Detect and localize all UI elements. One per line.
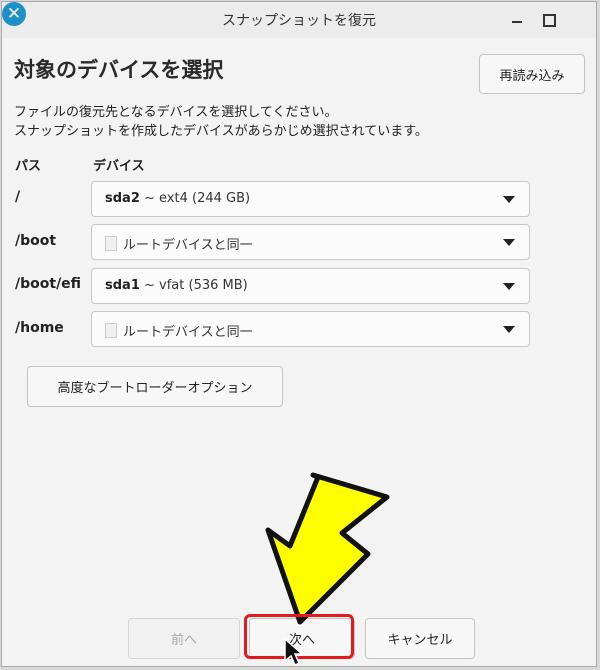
device-select-boot[interactable]: ルートデバイスと同一 — [91, 224, 530, 260]
chevron-down-icon — [503, 239, 515, 246]
device-detail: ~ ext4 (244 GB) — [139, 191, 251, 206]
device-select-home[interactable]: ルートデバイスと同一 — [91, 311, 530, 347]
title-bar: スナップショットを復元 ✕ — [2, 2, 596, 38]
device-column-header: デバイス — [93, 159, 145, 174]
device-detail: ルートデバイスと同一 — [123, 325, 253, 340]
device-placeholder-icon — [105, 236, 117, 251]
cancel-button[interactable]: キャンセル — [365, 618, 475, 659]
page-title: 対象のデバイスを選択 — [14, 58, 224, 82]
device-select-boot-efi[interactable]: sda1 ~ vfat (536 MB) — [91, 268, 530, 304]
restore-snapshot-window: スナップショットを復元 ✕ 対象のデバイスを選択 再読み込み ファイルの復元先と… — [1, 1, 597, 667]
device-placeholder-icon — [105, 323, 117, 338]
device-select-root[interactable]: sda2 ~ ext4 (244 GB) — [91, 181, 530, 217]
minimize-icon[interactable] — [506, 9, 528, 31]
path-label-home: /home — [15, 320, 64, 336]
description-line-2: スナップショットを作成したデバイスがあらかじめ選択されています。 — [14, 124, 428, 139]
path-column-header: パス — [15, 159, 42, 174]
path-label-root: / — [15, 189, 21, 205]
device-detail: ルートデバイスと同一 — [123, 238, 253, 253]
maximize-icon[interactable] — [538, 9, 560, 31]
chevron-down-icon — [503, 283, 515, 290]
chevron-down-icon — [503, 326, 515, 333]
description-line-1: ファイルの復元先となるデバイスを選択してください。 — [14, 105, 338, 120]
reload-button[interactable]: 再読み込み — [479, 54, 585, 94]
device-detail: ~ vfat (536 MB) — [139, 278, 248, 293]
path-label-boot-efi: /boot/efi — [15, 276, 82, 292]
advanced-bootloader-options-button[interactable]: 高度なブートローダーオプション — [27, 366, 283, 407]
device-name: sda2 — [105, 191, 140, 206]
previous-button[interactable]: 前へ — [128, 618, 240, 659]
chevron-down-icon — [503, 196, 515, 203]
path-label-boot: /boot — [15, 233, 57, 249]
next-button[interactable]: 次へ — [249, 618, 355, 659]
device-name: sda1 — [105, 278, 140, 293]
